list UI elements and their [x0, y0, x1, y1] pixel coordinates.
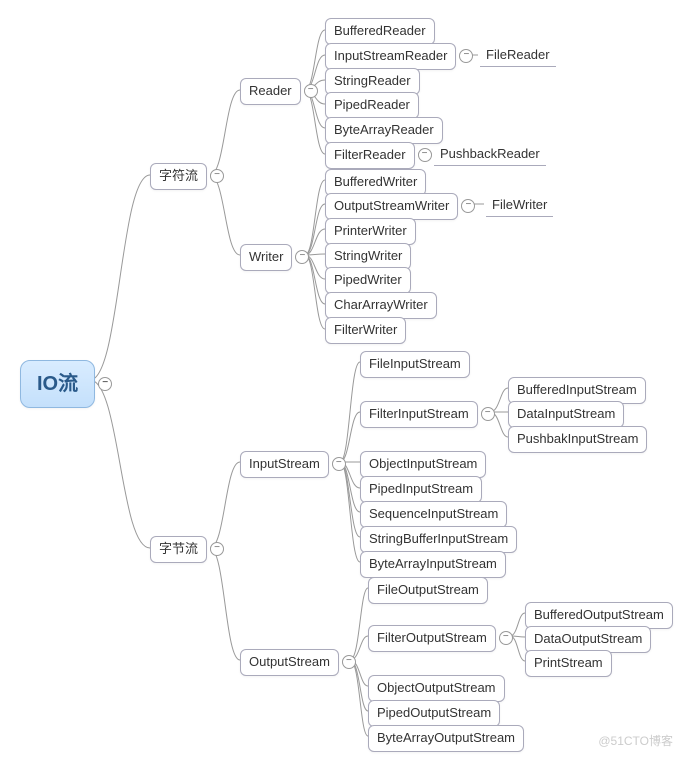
- node-data-outputstream[interactable]: DataOutputStream: [525, 626, 651, 653]
- label: InputStream: [249, 456, 320, 471]
- collapse-icon[interactable]: −: [418, 148, 432, 162]
- node-pushbak-inputstream[interactable]: PushbakInputStream: [508, 426, 647, 453]
- node-writer[interactable]: Writer −: [240, 244, 292, 271]
- node-filter-inputstream[interactable]: FilterInputStream−: [360, 401, 478, 428]
- node-char-stream[interactable]: 字符流 −: [150, 163, 207, 190]
- node-buffered-inputstream[interactable]: BufferedInputStream: [508, 377, 646, 404]
- collapse-icon[interactable]: −: [295, 250, 309, 264]
- node-file-outputstream[interactable]: FileOutputStream: [368, 577, 488, 604]
- node-reader[interactable]: Reader −: [240, 78, 301, 105]
- node-sequence-inputstream[interactable]: SequenceInputStream: [360, 501, 507, 528]
- node-data-inputstream[interactable]: DataInputStream: [508, 401, 624, 428]
- node-chararray-writer[interactable]: CharArrayWriter: [325, 292, 437, 319]
- node-file-reader[interactable]: FileReader: [480, 45, 556, 67]
- label: Reader: [249, 83, 292, 98]
- node-piped-outputstream[interactable]: PipedOutputStream: [368, 700, 500, 727]
- collapse-icon[interactable]: −: [459, 49, 473, 63]
- node-bytearray-inputstream[interactable]: ByteArrayInputStream: [360, 551, 506, 578]
- collapse-icon[interactable]: −: [98, 377, 112, 391]
- collapse-icon[interactable]: −: [461, 199, 475, 213]
- node-inputstream-reader[interactable]: InputStreamReader−: [325, 43, 456, 70]
- collapse-icon[interactable]: −: [304, 84, 318, 98]
- node-object-outputstream[interactable]: ObjectOutputStream: [368, 675, 505, 702]
- node-piped-reader[interactable]: PipedReader: [325, 92, 419, 119]
- node-printer-writer[interactable]: PrinterWriter: [325, 218, 416, 245]
- node-piped-inputstream[interactable]: PipedInputStream: [360, 476, 482, 503]
- mindmap-canvas: IO流 − 字符流 − 字节流 − Reader − BufferedReade…: [10, 10, 677, 753]
- node-buffered-writer[interactable]: BufferedWriter: [325, 169, 426, 196]
- collapse-icon[interactable]: −: [210, 169, 224, 183]
- node-filter-writer[interactable]: FilterWriter: [325, 317, 406, 344]
- node-print-stream[interactable]: PrintStream: [525, 650, 612, 677]
- node-outputstream-writer[interactable]: OutputStreamWriter−: [325, 193, 458, 220]
- node-file-writer[interactable]: FileWriter: [486, 195, 553, 217]
- node-string-writer[interactable]: StringWriter: [325, 243, 411, 270]
- node-byte-stream[interactable]: 字节流 −: [150, 536, 207, 563]
- node-inputstream[interactable]: InputStream −: [240, 451, 329, 478]
- collapse-icon[interactable]: −: [342, 655, 356, 669]
- node-bytearray-reader[interactable]: ByteArrayReader: [325, 117, 443, 144]
- node-piped-writer[interactable]: PipedWriter: [325, 267, 411, 294]
- node-filter-outputstream[interactable]: FilterOutputStream−: [368, 625, 496, 652]
- watermark: @51CTO博客: [598, 732, 673, 749]
- node-file-inputstream[interactable]: FileInputStream: [360, 351, 470, 378]
- node-bytearray-outputstream[interactable]: ByteArrayOutputStream: [368, 725, 524, 752]
- label: 字符流: [159, 168, 198, 183]
- node-string-reader[interactable]: StringReader: [325, 68, 420, 95]
- collapse-icon[interactable]: −: [210, 542, 224, 556]
- node-buffered-reader[interactable]: BufferedReader: [325, 18, 435, 45]
- collapse-icon[interactable]: −: [481, 407, 495, 421]
- node-pushback-reader[interactable]: PushbackReader: [434, 144, 546, 166]
- root-label: IO流: [37, 373, 78, 395]
- label: 字节流: [159, 541, 198, 556]
- node-outputstream[interactable]: OutputStream −: [240, 649, 339, 676]
- label: Writer: [249, 249, 283, 264]
- collapse-icon[interactable]: −: [332, 457, 346, 471]
- node-buffered-outputstream[interactable]: BufferedOutputStream: [525, 602, 673, 629]
- label: OutputStream: [249, 654, 330, 669]
- root-node[interactable]: IO流 −: [20, 360, 95, 408]
- node-object-inputstream[interactable]: ObjectInputStream: [360, 451, 486, 478]
- collapse-icon[interactable]: −: [499, 631, 513, 645]
- node-stringbuffer-inputstream[interactable]: StringBufferInputStream: [360, 526, 517, 553]
- node-filter-reader[interactable]: FilterReader−: [325, 142, 415, 169]
